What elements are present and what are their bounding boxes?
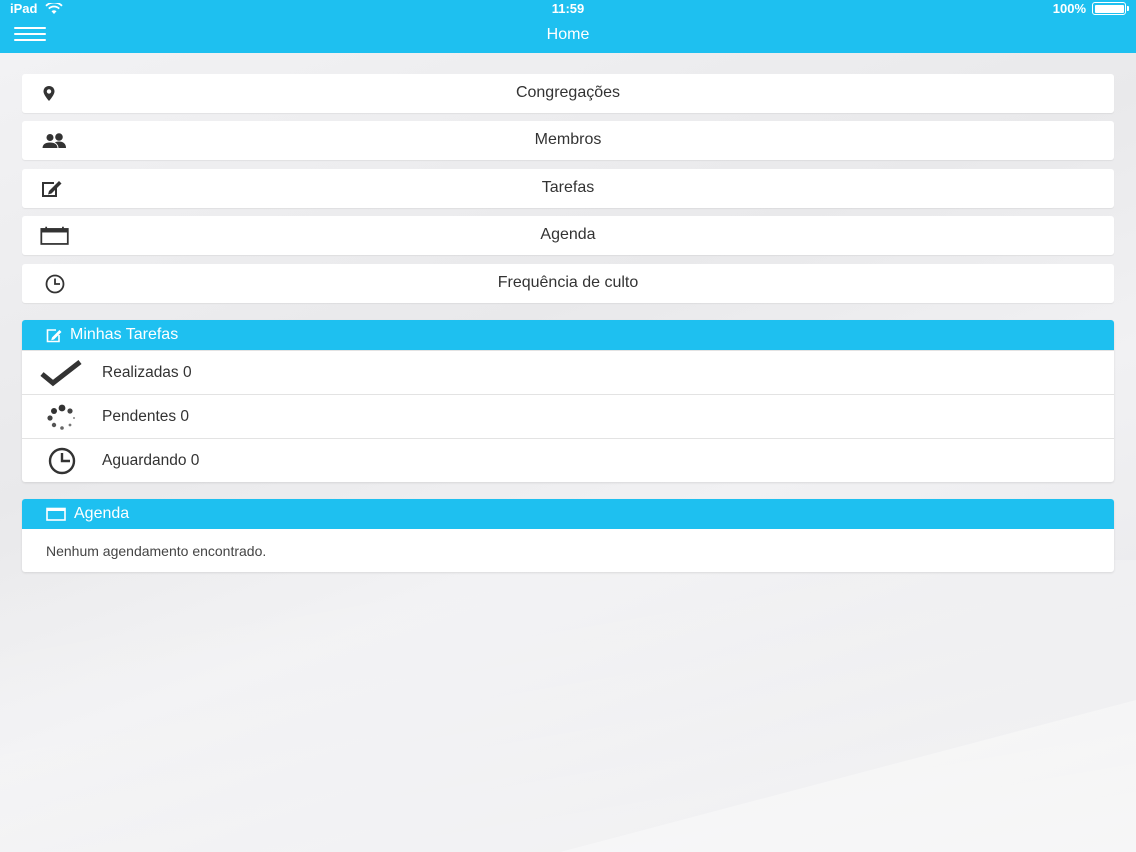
menu-item-label: Membros: [534, 131, 602, 148]
location-pin-icon: [43, 86, 55, 101]
panel-title: Minhas Tarefas: [70, 326, 179, 343]
menu-item-label: Tarefas: [541, 179, 595, 196]
edit-icon: [42, 181, 62, 197]
menu-item-label: Frequência de culto: [497, 274, 639, 291]
menu-item-membros[interactable]: Membros: [22, 121, 1114, 160]
calendar-icon: [40, 226, 69, 245]
panel-title: Agenda: [74, 505, 130, 522]
clock-icon: [48, 447, 76, 475]
menu-item-congregacoes[interactable]: Congregações: [22, 74, 1114, 113]
task-label: Pendentes 0: [102, 408, 190, 425]
task-row-realizadas[interactable]: Realizadas 0: [22, 350, 1114, 394]
background-shade: [0, 560, 1136, 852]
status-time: 11:59: [551, 1, 585, 16]
task-label: Aguardando 0: [102, 452, 200, 469]
spinner-icon: [47, 404, 75, 430]
battery-level: [1094, 4, 1124, 13]
task-row-pendentes[interactable]: Pendentes 0: [22, 394, 1114, 438]
menu-item-frequencia-de-culto[interactable]: Frequência de culto: [22, 264, 1114, 303]
menu-item-tarefas[interactable]: Tarefas: [22, 169, 1114, 208]
task-row-aguardando[interactable]: Aguardando 0: [22, 438, 1114, 482]
checkmark-icon: [40, 360, 82, 387]
menu-item-label: Congregações: [515, 84, 621, 101]
agenda-panel: Agenda Nenhum agendamento encontrado.: [22, 499, 1114, 572]
page-title: Home: [546, 26, 590, 43]
agenda-body: Nenhum agendamento encontrado.: [22, 529, 1114, 572]
empty-message: Nenhum agendamento encontrado.: [46, 543, 267, 559]
users-icon: [41, 133, 66, 149]
status-bar: iPad 11:59 100%: [0, 0, 1136, 18]
panel-header: Minhas Tarefas: [22, 320, 1114, 350]
battery-icon: [1092, 2, 1129, 15]
edit-icon: [46, 329, 62, 343]
battery-percent: 100%: [1052, 1, 1086, 16]
panel-header: Agenda: [22, 499, 1114, 529]
nav-bar: Home: [0, 18, 1136, 53]
calendar-icon: [46, 507, 66, 521]
minhas-tarefas-panel: Minhas Tarefas Realizadas 0 Pendentes 0 …: [22, 320, 1114, 482]
status-right: 100%: [1052, 1, 1129, 16]
task-label: Realizadas 0: [102, 364, 192, 381]
menu-item-label: Agenda: [540, 226, 596, 243]
background-shade: [560, 700, 1136, 852]
clock-icon: [45, 274, 65, 294]
menu-item-agenda[interactable]: Agenda: [22, 216, 1114, 255]
